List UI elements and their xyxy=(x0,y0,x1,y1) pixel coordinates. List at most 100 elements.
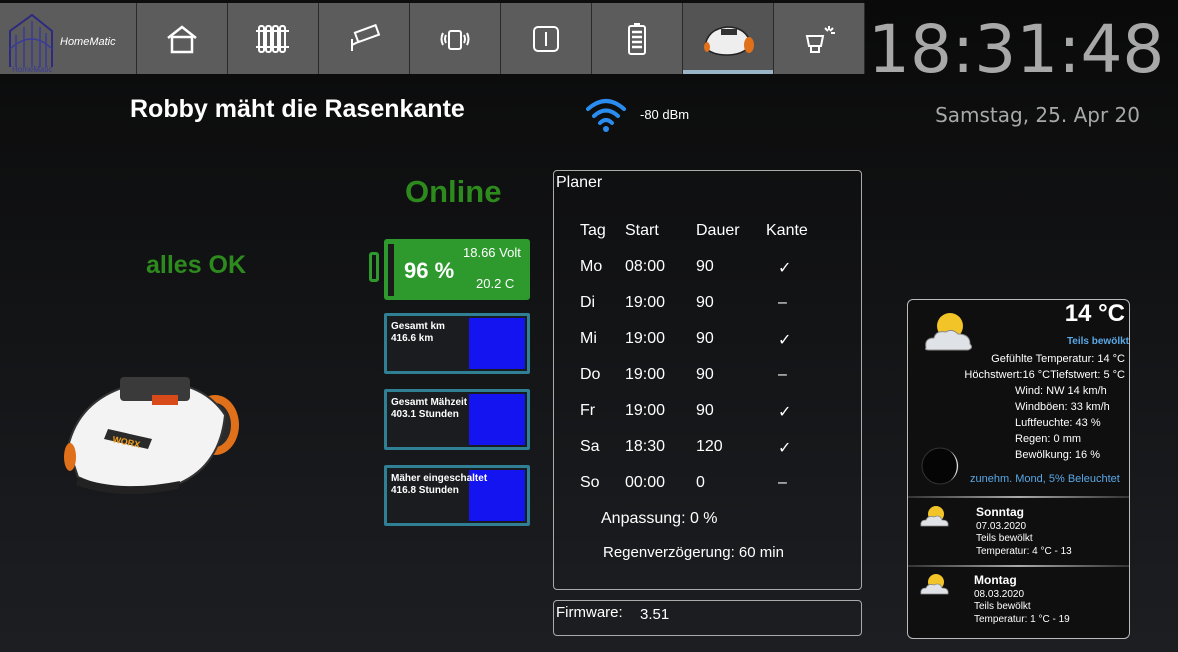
planner-header-start: Start xyxy=(625,222,659,239)
battery-percent: 96 % xyxy=(404,258,455,283)
planner-cell-start: 18:30 xyxy=(625,438,666,455)
forecast-condition: Teils bewölkt xyxy=(976,533,1033,544)
planner-cell-edge: – xyxy=(778,294,787,311)
stat-label: Mäher eingeschaltet xyxy=(391,473,488,484)
logo-house-icon xyxy=(9,13,53,67)
weather-condition: Teils bewölkt xyxy=(1066,336,1129,347)
planner-cell-day: So xyxy=(580,474,600,491)
planner-cell-edge: ✓ xyxy=(778,332,792,349)
planner-cell-edge: – xyxy=(778,474,787,491)
radiator-icon xyxy=(256,24,289,53)
logo-subtext: HomeMatic xyxy=(12,65,53,74)
planner-cell-duration: 90 xyxy=(696,294,714,311)
online-status: Online xyxy=(405,174,502,209)
planner-cell-edge: ✓ xyxy=(778,440,792,457)
weather-feels-like: Gefühlte Temperatur: 14 °C xyxy=(991,353,1125,365)
partly-cloudy-icon xyxy=(920,506,949,527)
forecast-date: 08.03.2020 xyxy=(974,589,1025,600)
nav-home-button[interactable] xyxy=(137,3,228,74)
forecast-temperature: Temperatur: 1 °C - 19 xyxy=(974,614,1070,625)
home-icon xyxy=(167,24,197,53)
stat-value: 416.6 km xyxy=(391,333,434,344)
planner-header-edge: Kante xyxy=(766,222,808,239)
phone-icon xyxy=(440,29,470,50)
forecast-temperature: Temperatur: 4 °C - 13 xyxy=(976,546,1072,557)
forecast-divider xyxy=(908,565,1129,567)
weather-humidity: Luftfeuchte: 43 % xyxy=(1015,417,1101,429)
page-title: Robby mäht die Rasenkante xyxy=(130,95,465,123)
planner-cell-duration: 0 xyxy=(696,474,705,491)
nav-heating-button[interactable] xyxy=(228,3,319,74)
nav-mower-button[interactable] xyxy=(683,3,774,74)
homematic-logo[interactable]: HomeMatic HomeMatic xyxy=(0,3,137,74)
switch-icon xyxy=(533,25,559,52)
signal-strength: -80 dBm xyxy=(640,107,690,122)
stat-powered-on-time: Mäher eingeschaltet 416.8 Stunden xyxy=(384,465,530,526)
weather-widget: 14 °C Teils bewölkt Gefühlte Temperatur:… xyxy=(907,299,1130,639)
weather-temperature: 14 °C xyxy=(1064,300,1125,327)
stat-total-mowing-time: Gesamt Mähzeit 403.1 Stunden xyxy=(384,389,530,450)
planner-cell-duration: 90 xyxy=(696,330,714,347)
weather-wind: Wind: NW 14 km/h xyxy=(1015,385,1107,397)
clock-time: 18:31:48 xyxy=(868,11,1165,88)
planner-cell-duration: 120 xyxy=(696,438,723,455)
mower-status: alles OK xyxy=(146,251,247,279)
clock-date: Samstag, 25. Apr 20 xyxy=(935,103,1140,127)
planner-cell-start: 00:00 xyxy=(625,474,666,491)
battery-temperature: 20.2 C xyxy=(476,276,515,291)
weather-high-low: Höchstwert:16 °CTiefstwert: 5 °C xyxy=(964,369,1125,381)
planner-cell-start: 19:00 xyxy=(625,330,666,347)
moon-icon xyxy=(921,447,959,485)
firmware-label: Firmware: xyxy=(556,604,623,621)
weather-cloudiness: Bewölkung: 16 % xyxy=(1015,449,1100,461)
planner-cell-day: Fr xyxy=(580,402,596,419)
planner-cell-day: Mo xyxy=(580,258,603,275)
nav-battery-button[interactable] xyxy=(592,3,683,74)
planner-cell-edge: ✓ xyxy=(778,260,792,277)
planner-cell-edge: – xyxy=(778,366,787,383)
top-nav: HomeMatic HomeMatic xyxy=(0,0,865,74)
firmware-version: 3.51 xyxy=(640,606,670,623)
battery-cap xyxy=(369,252,379,282)
stat-bar xyxy=(469,394,525,445)
planner-cell-day: Mi xyxy=(580,330,597,347)
stat-value: 403.1 Stunden xyxy=(391,409,459,420)
forecast-divider xyxy=(908,496,1129,498)
planner-cell-edge: ✓ xyxy=(778,404,792,421)
planner-cell-duration: 90 xyxy=(696,402,714,419)
nav-phone-button[interactable] xyxy=(410,3,501,74)
stat-label: Gesamt km xyxy=(391,321,445,332)
planner-cell-start: 19:00 xyxy=(625,366,666,383)
planner-cell-day: Sa xyxy=(580,438,600,455)
partly-cloudy-icon xyxy=(920,574,949,595)
planner-header-day: Tag xyxy=(580,222,606,239)
wifi-icon xyxy=(586,99,626,132)
weather-rain: Regen: 0 mm xyxy=(1015,433,1082,445)
forecast-day: Montag xyxy=(974,573,1017,587)
planner-adjustment: Anpassung: 0 % xyxy=(601,510,718,527)
planner-header-duration: Dauer xyxy=(696,222,740,239)
forecast-day: Sonntag xyxy=(976,505,1024,519)
logo-text: HomeMatic xyxy=(60,36,116,48)
planner-rain-delay: Regenverzögerung: 60 min xyxy=(603,544,784,561)
planner-cell-duration: 90 xyxy=(696,258,714,275)
planner-cell-duration: 90 xyxy=(696,366,714,383)
partly-cloudy-icon xyxy=(925,313,973,351)
stat-total-km: Gesamt km 416.6 km xyxy=(384,313,530,374)
weather-gusts: Windböen: 33 km/h xyxy=(1015,401,1110,413)
forecast-date: 07.03.2020 xyxy=(976,521,1027,532)
forecast-condition: Teils bewölkt xyxy=(974,601,1031,612)
stat-bar xyxy=(469,318,525,369)
nav-light-button[interactable] xyxy=(774,3,865,74)
mower-image: WORX xyxy=(64,377,239,495)
planner-cell-day: Di xyxy=(580,294,596,311)
stat-label: Gesamt Mähzeit xyxy=(391,397,468,408)
planner-cell-start: 19:00 xyxy=(625,402,666,419)
planner-cell-start: 08:00 xyxy=(625,258,666,275)
light-icon xyxy=(805,25,835,53)
battery-voltage: 18.66 Volt xyxy=(463,245,521,260)
nav-camera-button[interactable] xyxy=(319,3,410,74)
battery-icon xyxy=(628,22,646,55)
nav-switch-button[interactable] xyxy=(501,3,592,74)
stat-value: 416.8 Stunden xyxy=(391,485,459,496)
